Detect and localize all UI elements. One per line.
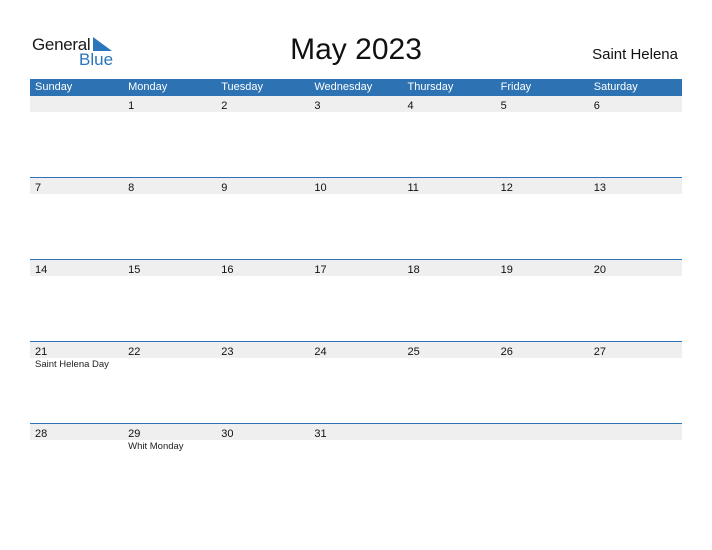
day-number: 25: [407, 346, 420, 358]
day-cell: 25: [403, 342, 496, 358]
day-number: 23: [221, 346, 234, 358]
day-number-band: 28 29 Whit Monday 30 31: [30, 424, 682, 452]
weekday-header: Sunday Monday Tuesday Wednesday Thursday Frid…: [30, 79, 682, 96]
week-row: 14 15 16 17 18 19 20: [30, 259, 682, 341]
day-number: 3: [314, 100, 321, 112]
day-number-band: 21 Saint Helena Day 22 23 24 25 26 27: [30, 342, 682, 370]
day-number: 14: [35, 264, 48, 276]
day-cell: 2: [216, 96, 309, 112]
day-number: 10: [314, 182, 327, 194]
week-row: 21 Saint Helena Day 22 23 24 25 26 27: [30, 341, 682, 423]
day-cell: 30: [216, 424, 309, 440]
day-number: 2: [221, 100, 228, 112]
holiday-label: Whit Monday: [128, 441, 184, 452]
day-cell: 5: [496, 96, 589, 112]
day-cell: 7: [30, 178, 123, 194]
day-number: 16: [221, 264, 234, 276]
day-cell: 8: [123, 178, 216, 194]
day-number: 27: [593, 346, 606, 358]
week-row: 28 29 Whit Monday 30 31: [30, 423, 682, 505]
day-number: 4: [407, 100, 414, 112]
day-number: 6: [593, 100, 600, 112]
day-number: 11: [407, 182, 419, 194]
day-number: 20: [593, 264, 606, 276]
day-number: 31: [314, 428, 327, 440]
day-number: 19: [500, 264, 513, 276]
weekday-monday: Monday: [128, 81, 168, 93]
day-cell: 9: [216, 178, 309, 194]
weekday-thursday: Thursday: [407, 81, 454, 93]
day-cell: [403, 424, 496, 440]
day-number: 28: [35, 428, 48, 440]
day-cell: 22: [123, 342, 216, 358]
day-cell: 3: [309, 96, 402, 112]
calendar-grid: Sunday Monday Tuesday Wednesday Thursday Frid…: [30, 79, 682, 505]
week-row: 1 2 3 4 5 6: [30, 96, 682, 177]
day-cell: 23: [216, 342, 309, 358]
day-number: 9: [221, 182, 228, 194]
day-number-band: 7 8 9 10 11 12 13: [30, 178, 682, 194]
day-cell: 13: [589, 178, 682, 194]
day-cell: 15: [123, 260, 216, 276]
day-cell: 6: [589, 96, 682, 112]
day-number: 18: [407, 264, 420, 276]
day-cell: 10: [309, 178, 402, 194]
country-name: Saint Helena: [592, 46, 678, 63]
day-cell: 24: [309, 342, 402, 358]
day-number: 21: [35, 346, 48, 358]
day-cell: 31: [309, 424, 402, 440]
day-number: 26: [500, 346, 513, 358]
day-cell: 27: [589, 342, 682, 358]
day-cell: [496, 424, 589, 440]
day-cell: 11: [403, 178, 496, 194]
day-cell: 20: [589, 260, 682, 276]
day-number: 24: [314, 346, 327, 358]
weekday-tuesday: Tuesday: [221, 81, 264, 93]
day-cell: 16: [216, 260, 309, 276]
day-cell: 1: [123, 96, 216, 112]
day-number: 5: [500, 100, 507, 112]
day-number-band: 14 15 16 17 18 19 20: [30, 260, 682, 276]
day-cell: 26: [496, 342, 589, 358]
day-number: 17: [314, 264, 327, 276]
day-cell: 29 Whit Monday: [123, 424, 216, 452]
day-number: 12: [500, 182, 513, 194]
day-number: 13: [593, 182, 606, 194]
day-cell: 18: [403, 260, 496, 276]
day-number: 8: [128, 182, 135, 194]
day-cell: 21 Saint Helena Day: [30, 342, 123, 370]
day-cell: [30, 96, 123, 112]
day-number: 1: [128, 100, 135, 112]
weekday-wednesday: Wednesday: [314, 81, 373, 93]
day-cell: 12: [496, 178, 589, 194]
day-number: 15: [128, 264, 141, 276]
weekday-friday: Friday: [500, 81, 532, 93]
day-number-band: 1 2 3 4 5 6: [30, 96, 682, 112]
day-cell: [589, 424, 682, 440]
day-cell: 17: [309, 260, 402, 276]
day-cell: 14: [30, 260, 123, 276]
day-number: 29: [128, 428, 141, 440]
day-cell: 19: [496, 260, 589, 276]
day-cell: 4: [403, 96, 496, 112]
weekday-saturday: Saturday: [593, 81, 638, 93]
day-number: 30: [221, 428, 234, 440]
weekday-sunday: Sunday: [35, 81, 73, 93]
week-row: 7 8 9 10 11 12 13: [30, 177, 682, 259]
day-number: 22: [128, 346, 141, 358]
day-cell: 28: [30, 424, 123, 440]
holiday-label: Saint Helena Day: [35, 359, 109, 370]
day-number: 7: [35, 182, 42, 194]
